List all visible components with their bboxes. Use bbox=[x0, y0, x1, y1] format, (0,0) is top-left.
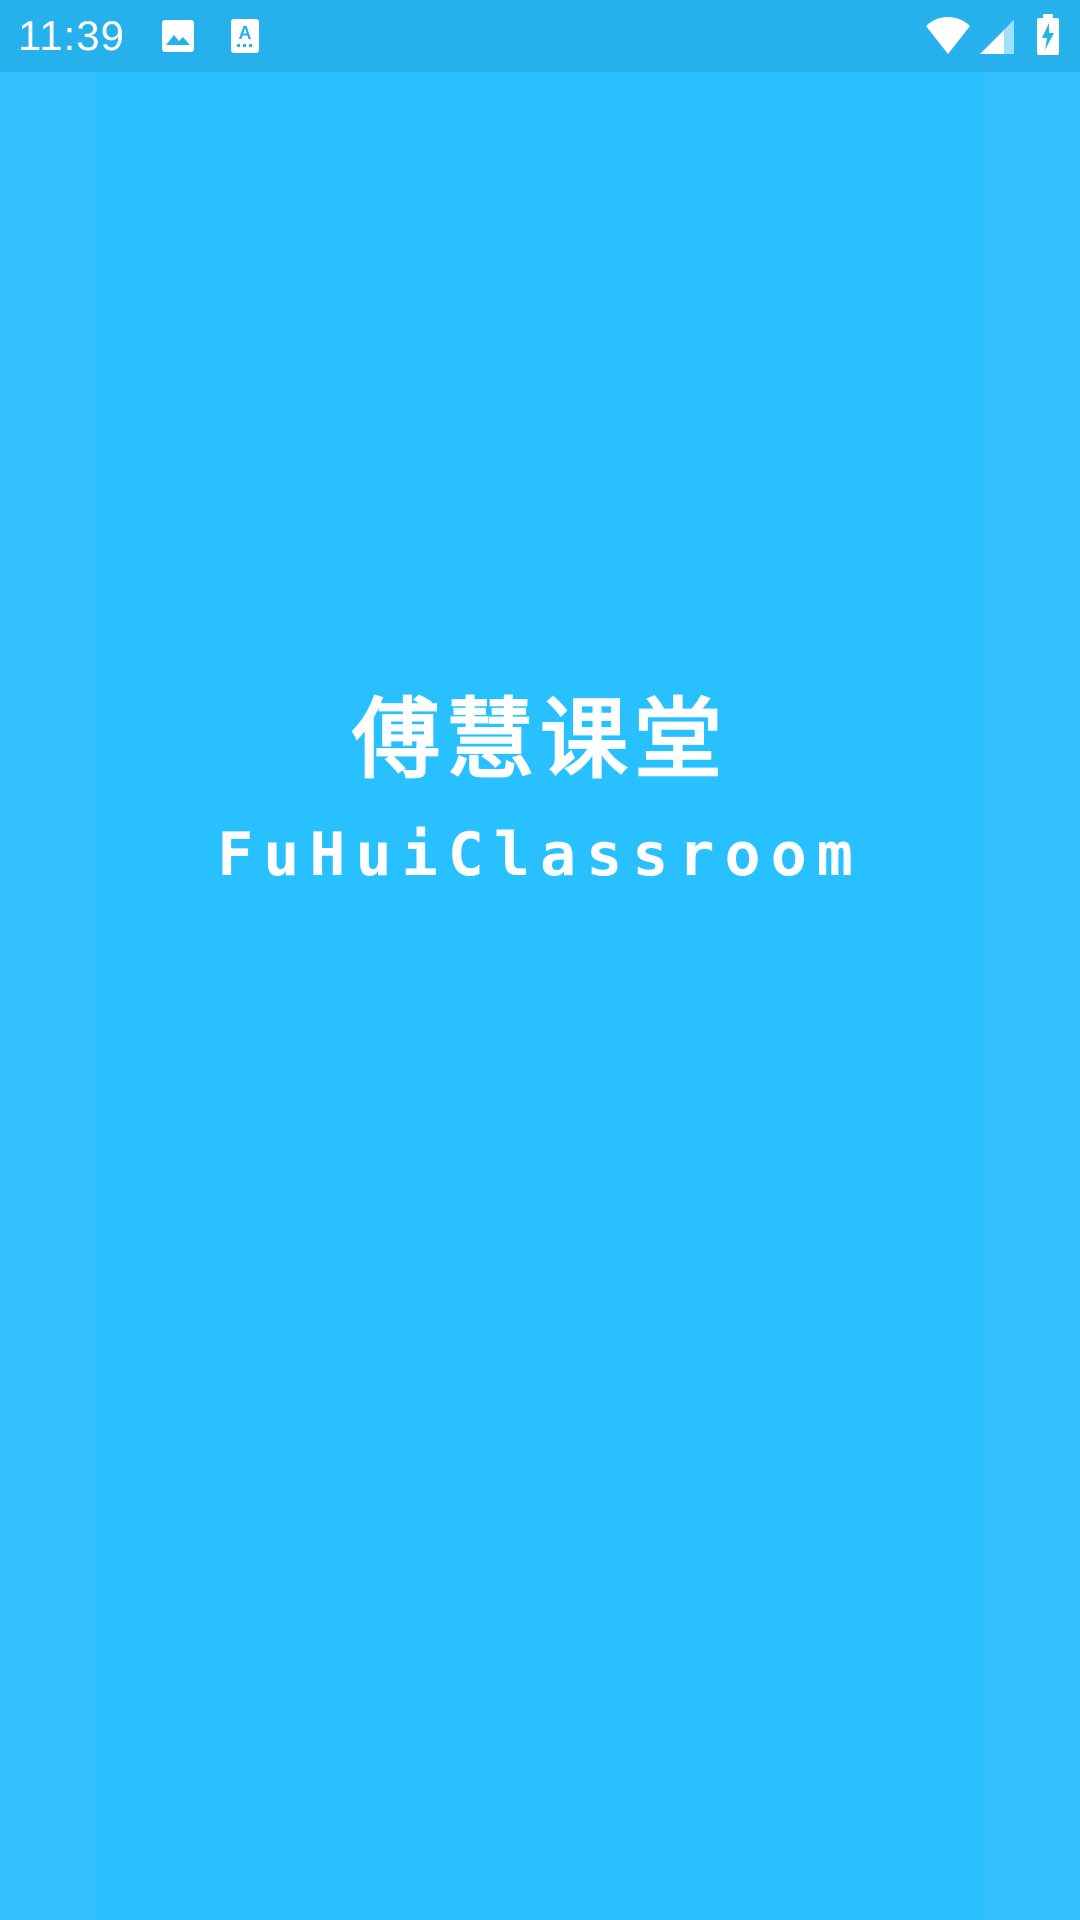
battery-charging-icon bbox=[1036, 14, 1060, 56]
splash-screen: 11:39 A 傅慧课堂 FuHuiClassroom bbox=[0, 0, 1080, 1920]
keyboard-a-icon: A bbox=[230, 18, 266, 54]
image-notification-icon bbox=[160, 18, 196, 54]
status-time: 11:39 bbox=[18, 12, 125, 59]
wifi-icon bbox=[924, 16, 972, 56]
side-panel-right bbox=[984, 72, 1080, 1920]
svg-text:A: A bbox=[239, 23, 252, 43]
app-subtitle: FuHuiClassroom bbox=[217, 820, 863, 890]
side-panel-left bbox=[0, 72, 96, 1920]
app-title: 傅慧课堂 bbox=[351, 688, 728, 791]
cellular-signal-icon bbox=[978, 18, 1016, 56]
status-bar: 11:39 A bbox=[0, 0, 1080, 72]
